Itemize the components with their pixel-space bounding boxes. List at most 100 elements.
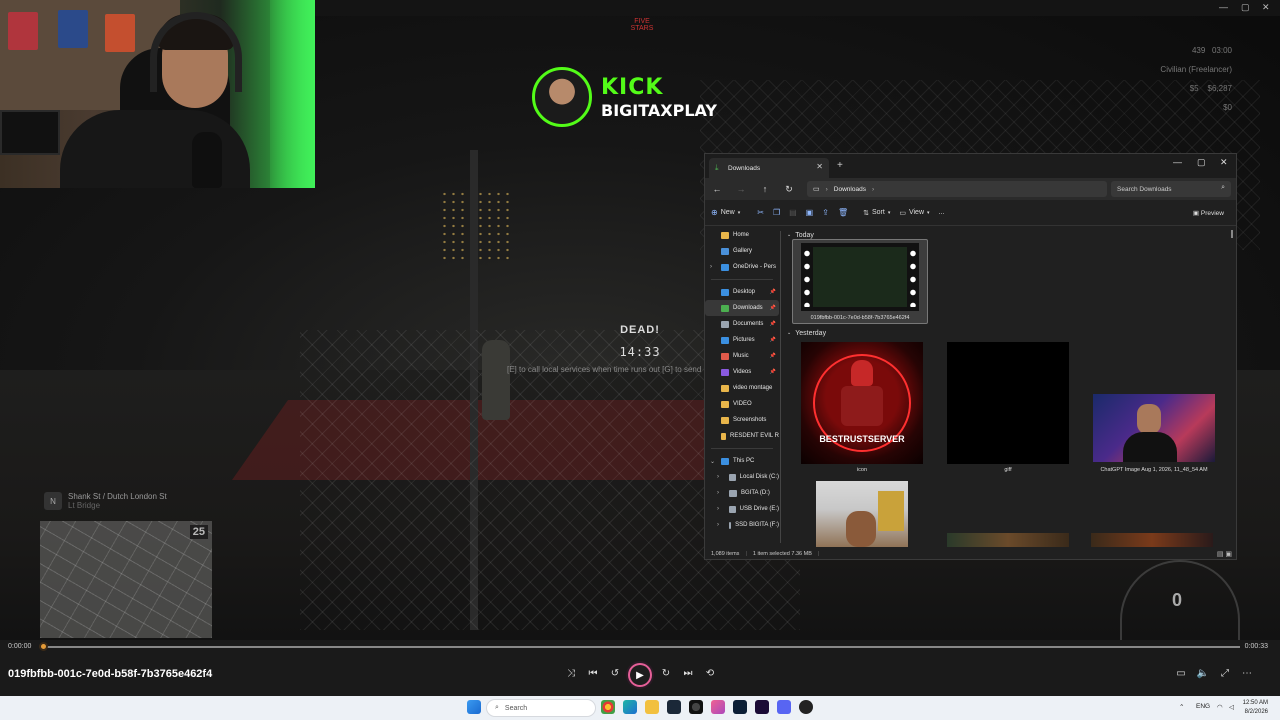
previous-icon[interactable]: ⏮ xyxy=(585,668,601,679)
sidebar-item-local-disk-c[interactable]: › Local Disk (C:) xyxy=(705,469,779,485)
scrollbar-thumb[interactable] xyxy=(1231,230,1233,238)
seek-thumb[interactable] xyxy=(39,642,48,651)
chevron-right-icon[interactable]: › xyxy=(717,522,719,528)
sidebar-item-music[interactable]: Music 📌 xyxy=(705,348,779,364)
headphones-icon xyxy=(150,12,242,92)
sidebar-item-video[interactable]: VIDEO xyxy=(705,396,779,412)
sidebar-item-home[interactable]: Home xyxy=(705,227,779,243)
new-tab-button[interactable]: + xyxy=(837,160,843,171)
more-button[interactable]: ... xyxy=(939,209,945,216)
cast-icon[interactable]: ▭ xyxy=(1173,668,1189,679)
sidebar-item-documents[interactable]: Documents 📌 xyxy=(705,316,779,332)
chrome-icon[interactable] xyxy=(601,700,615,714)
copy-button[interactable]: ❐ xyxy=(773,208,780,217)
sidebar-item-bgita-d[interactable]: › BGITA (D:) xyxy=(705,485,779,501)
media-player-icon[interactable] xyxy=(799,700,813,714)
chevron-down-icon[interactable]: ⌄ xyxy=(710,458,715,465)
photoshop-icon[interactable] xyxy=(733,700,747,714)
taskbar-search[interactable]: ⌕ Search xyxy=(486,699,596,717)
chevron-right-icon[interactable]: › xyxy=(717,474,719,480)
file-selfie[interactable] xyxy=(797,479,927,547)
clock[interactable]: 12:50 AM 8/2/2026 xyxy=(1243,699,1268,717)
sidebar-item-videos[interactable]: Videos 📌 xyxy=(705,364,779,380)
paste-button[interactable]: ▤ xyxy=(789,208,797,217)
folder-icon xyxy=(721,416,729,424)
rename-button[interactable]: ▣ xyxy=(806,208,814,217)
forward-icon[interactable]: → xyxy=(729,184,753,194)
sidebar-item-resdent-evil-r[interactable]: RESDENT EVIL R xyxy=(705,428,779,444)
breadcrumb-downloads[interactable]: Downloads xyxy=(834,186,866,193)
sort-button[interactable]: ⇅ Sort ▾ xyxy=(863,209,890,217)
file-view: ⌄ Today 019fbfbb-001c-7e0d-b58f-7b3765e4… xyxy=(783,227,1233,547)
repeat-off-icon[interactable]: ⟲ xyxy=(702,668,718,679)
file-gta-1[interactable] xyxy=(943,533,1073,547)
icon-text: BESTRUSTSERVER xyxy=(819,434,905,444)
sidebar-item-usb-drive-e[interactable]: › USB Drive (E:) xyxy=(705,501,779,517)
chevron-right-icon[interactable]: › xyxy=(717,490,719,496)
sidebar-item-screenshots[interactable]: Screenshots xyxy=(705,412,779,428)
file-video[interactable]: 019fbfbb-001c-7e0d-b58f-7b3765e462f4 xyxy=(792,239,928,324)
volume-icon[interactable]: 🔈 xyxy=(1195,668,1211,679)
view-button[interactable]: ▭ View ▾ xyxy=(899,209,929,217)
sidebar-item-gallery[interactable]: Gallery xyxy=(705,243,779,259)
sidebar-item-this-pc[interactable]: ⌄ This PC xyxy=(705,453,779,469)
clock-date: 8/2/2026 xyxy=(1244,709,1268,715)
sidebar-item-video-montage[interactable]: video montage xyxy=(705,380,779,396)
delete-button[interactable]: 🗑 xyxy=(838,208,848,217)
chevron-right-icon[interactable]: › xyxy=(717,506,719,512)
rockstar-icon[interactable] xyxy=(689,700,703,714)
speaker-icon[interactable]: ◁ xyxy=(1229,703,1234,711)
steam-icon[interactable] xyxy=(667,700,681,714)
minimize-icon[interactable]: — xyxy=(1173,157,1182,167)
cut-button[interactable]: ✂ xyxy=(757,208,764,217)
edge-icon[interactable] xyxy=(623,700,637,714)
more-options-icon[interactable]: ⋯ xyxy=(1239,668,1255,679)
search-input[interactable]: Search Downloads ⌕ xyxy=(1111,181,1231,197)
tray-arrow-icon[interactable]: ⌃ xyxy=(1179,703,1184,711)
new-button[interactable]: ⊕ New ▾ xyxy=(711,208,740,217)
seek-track[interactable] xyxy=(42,646,1240,648)
sidebar-item-downloads[interactable]: Downloads 📌 xyxy=(705,300,779,316)
share-button[interactable]: ⇪ xyxy=(822,208,829,217)
chatgpt-thumbnail xyxy=(1093,394,1215,462)
preview-button[interactable]: ▣ Preview xyxy=(1193,209,1224,217)
photos-icon[interactable] xyxy=(711,700,725,714)
language-indicator[interactable]: ENG xyxy=(1196,703,1210,710)
rewind-10-icon[interactable]: ↺ xyxy=(607,668,623,679)
sidebar-item-label: RESDENT EVIL R xyxy=(729,433,779,439)
address-bar[interactable]: ▭ › Downloads › xyxy=(807,181,1107,197)
premiere-icon[interactable] xyxy=(755,700,769,714)
next-icon[interactable]: ⏭ xyxy=(680,668,696,679)
sidebar-item-onedrive-pers[interactable]: › OneDrive - Pers xyxy=(705,259,779,275)
file-giff[interactable]: giff xyxy=(943,340,1073,475)
chevron-right-icon[interactable]: › xyxy=(710,264,712,270)
pane-divider[interactable] xyxy=(780,231,781,543)
forward-30-icon[interactable]: ↻ xyxy=(658,668,674,679)
minimize-icon[interactable]: — xyxy=(1219,2,1228,12)
sidebar-item-ssd-bigita-f[interactable]: › SSD BIGITA (F:) xyxy=(705,517,779,533)
wifi-icon[interactable]: ◠ xyxy=(1217,703,1223,711)
file-icon[interactable]: BESTRUSTSERVER icon xyxy=(797,340,927,475)
play-button[interactable]: ▶ xyxy=(628,663,652,687)
view-toggle-icons[interactable]: ▤ ▣ xyxy=(1217,550,1232,558)
close-icon[interactable]: ✕ xyxy=(1220,157,1228,168)
up-icon[interactable]: ↑ xyxy=(753,184,777,194)
discord-icon[interactable] xyxy=(777,700,791,714)
tab-downloads[interactable]: ⤓ Downloads ✕ xyxy=(709,158,829,178)
close-icon[interactable]: ✕ xyxy=(1262,2,1270,13)
sidebar-item-pictures[interactable]: Pictures 📌 xyxy=(705,332,779,348)
maximize-icon[interactable]: ▢ xyxy=(1241,2,1250,13)
group-yesterday[interactable]: ⌄ Yesterday xyxy=(783,327,826,339)
maximize-icon[interactable]: ▢ xyxy=(1197,157,1206,168)
refresh-icon[interactable]: ↻ xyxy=(777,184,801,195)
close-tab-icon[interactable]: ✕ xyxy=(816,162,823,171)
shuffle-icon[interactable]: ⤨ xyxy=(563,668,579,679)
fullscreen-icon[interactable]: ⤢ xyxy=(1217,668,1233,679)
sidebar-item-desktop[interactable]: Desktop 📌 xyxy=(705,284,779,300)
file-chatgpt-image[interactable]: ChatGPT Image Aug 1, 2026, 11_48_54 AM xyxy=(1081,340,1227,475)
file-explorer-icon[interactable] xyxy=(645,700,659,714)
file-explorer-window[interactable]: ⤓ Downloads ✕ + — ▢ ✕ ← → ↑ ↻ ▭ › Downlo… xyxy=(704,153,1237,560)
file-gta-2[interactable] xyxy=(1087,533,1217,547)
windows-start-icon[interactable] xyxy=(467,700,481,714)
back-icon[interactable]: ← xyxy=(705,184,729,194)
